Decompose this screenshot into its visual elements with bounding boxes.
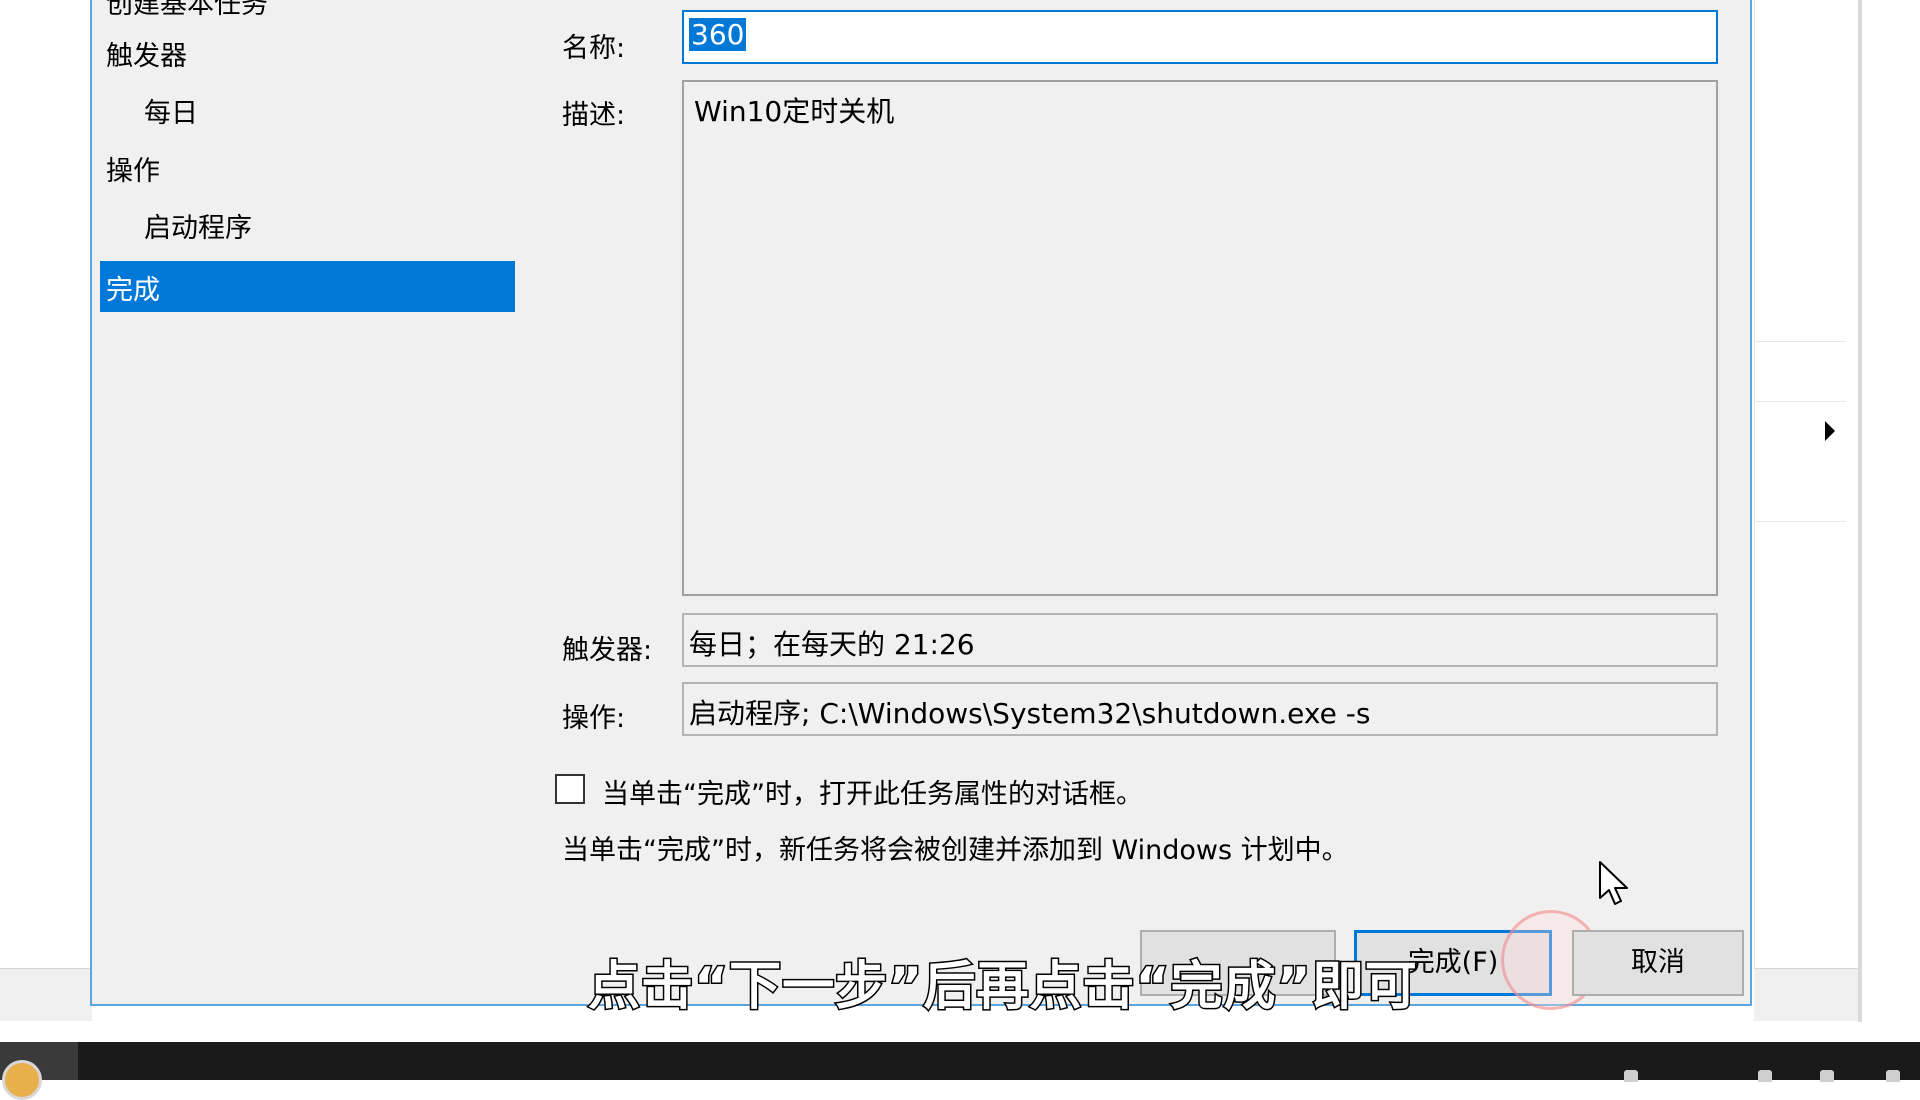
action-value: 启动程序; C:\Windows\System32\shutdown.exe -… (689, 697, 1371, 730)
taskbar (0, 1042, 1920, 1100)
background-left-status-bar (0, 968, 92, 1021)
wizard-nav-header: 创建基本任务 (106, 0, 268, 20)
background-divider (1756, 341, 1846, 342)
name-label: 名称: (562, 33, 626, 64)
description-label: 描述: (562, 100, 626, 131)
background-divider (1756, 401, 1846, 402)
wizard-nav-item-action[interactable]: 操作 (106, 149, 160, 188)
tray-icon[interactable] (1624, 1070, 1638, 1082)
open-properties-checkbox[interactable] (555, 774, 585, 804)
create-basic-task-dialog: 创建基本任务 触发器 每日 操作 启动程序 完成 名称: 360 描述: Win… (90, 0, 1752, 1010)
description-value: Win10定时关机 (694, 95, 895, 128)
trigger-field: 每日；在每天的 21:26 (682, 613, 1718, 667)
wizard-nav-item-start-program[interactable]: 启动程序 (144, 206, 252, 245)
trigger-value: 每日；在每天的 21:26 (689, 628, 975, 661)
background-right-status-bar (1754, 968, 1860, 1021)
name-input[interactable]: 360 (682, 10, 1718, 64)
app-icon (2, 1060, 42, 1100)
expand-arrow-icon[interactable] (1825, 421, 1835, 441)
tray-icon[interactable] (1820, 1070, 1834, 1082)
mouse-cursor-icon (1599, 861, 1628, 905)
background-right-panel (1754, 0, 1861, 1022)
cancel-button[interactable]: 取消 (1572, 930, 1744, 996)
background-divider (1756, 521, 1846, 522)
wizard-nav-item-daily[interactable]: 每日 (144, 91, 198, 130)
action-label: 操作: (562, 703, 626, 734)
video-subtitle: 点击“下一步”后再点击“完成”即可 (587, 956, 1419, 1019)
tray-icon[interactable] (1758, 1070, 1772, 1082)
wizard-nav-item-finish[interactable]: 完成 (100, 261, 515, 312)
taskbar-app-button[interactable] (0, 1042, 78, 1100)
finish-info-text: 当单击“完成”时，新任务将会被创建并添加到 Windows 计划中。 (562, 835, 1349, 866)
background-window-edge (1858, 0, 1862, 1022)
name-value: 360 (689, 18, 747, 51)
open-properties-checkbox-label[interactable]: 当单击“完成”时，打开此任务属性的对话框。 (602, 772, 1143, 811)
trigger-label: 触发器: (562, 635, 653, 666)
action-field: 启动程序; C:\Windows\System32\shutdown.exe -… (682, 682, 1718, 736)
tray-icon[interactable] (1886, 1070, 1900, 1082)
wizard-nav-item-trigger[interactable]: 触发器 (106, 34, 187, 73)
description-textarea[interactable]: Win10定时关机 (682, 80, 1718, 596)
